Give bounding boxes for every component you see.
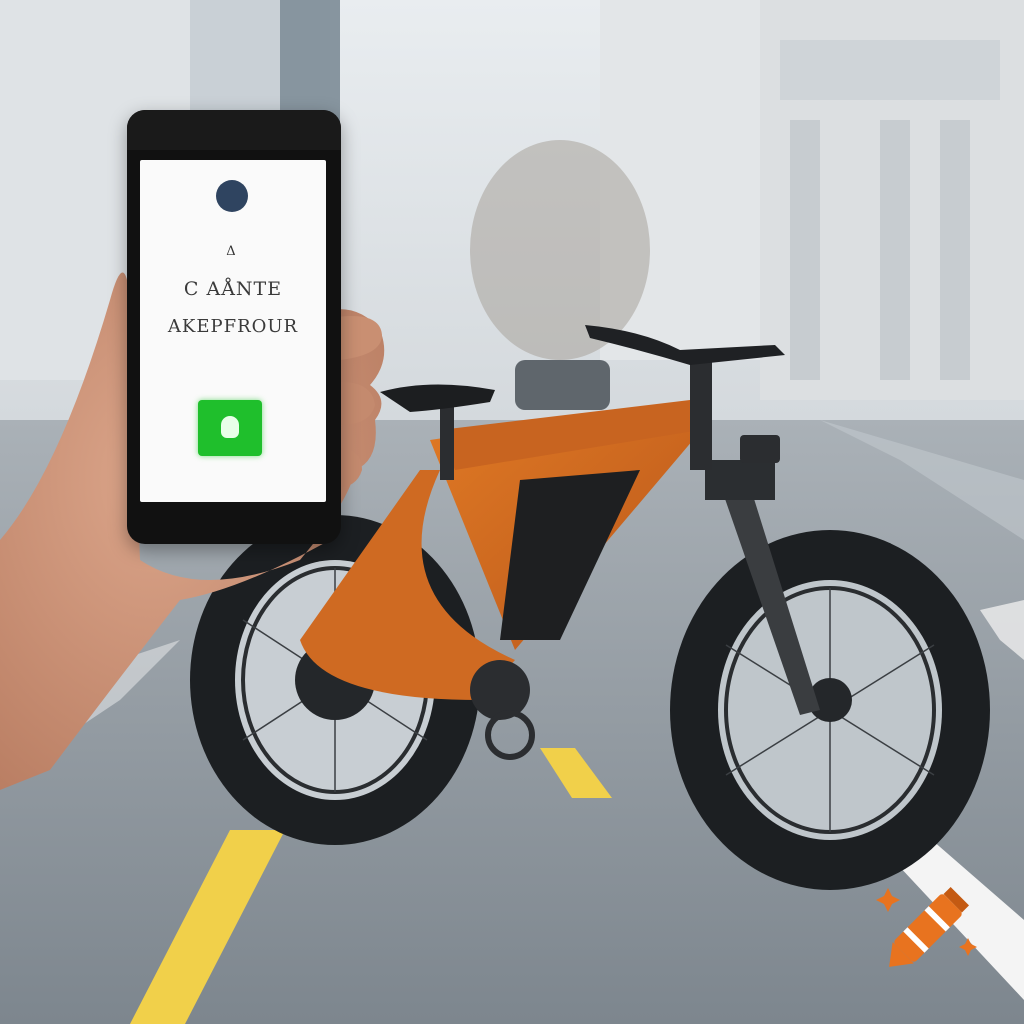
photo-scene: Δ C AÅNTE AKEPFROUR: [0, 0, 1024, 1024]
crayon-icon: [876, 886, 977, 967]
phone-screen: Δ C AÅNTE AKEPFROUR: [140, 160, 326, 502]
lock-icon: [221, 416, 239, 438]
app-logo-icon: Δ: [226, 244, 236, 259]
screen-text-line-2: AKEPFROUR: [167, 316, 299, 337]
profile-dot-icon[interactable]: [216, 180, 248, 212]
unlock-button[interactable]: [198, 400, 262, 456]
phone-top-bezel: [127, 110, 341, 150]
smartphone: Δ C AÅNTE AKEPFROUR: [127, 110, 341, 544]
screen-text-line-1: C AÅNTE: [183, 278, 283, 300]
